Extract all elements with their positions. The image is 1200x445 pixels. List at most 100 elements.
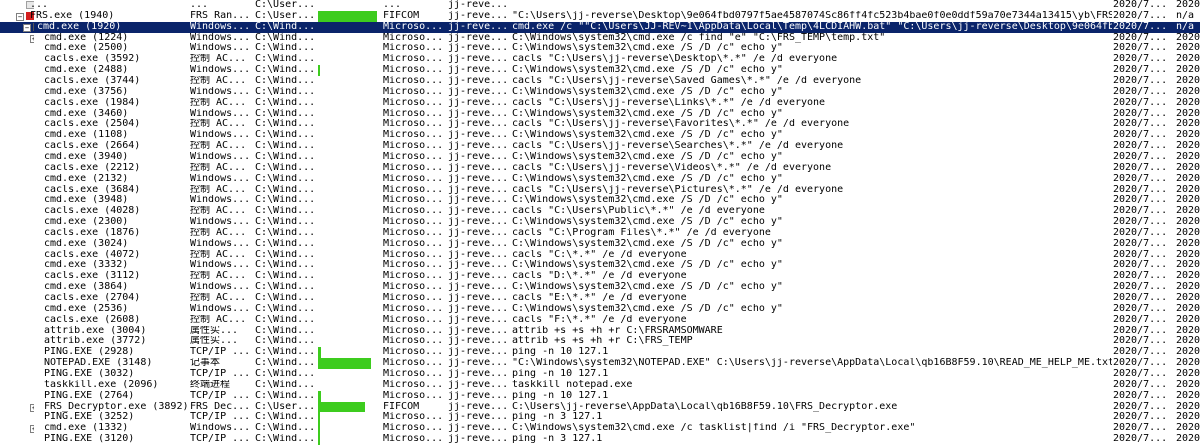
process-row[interactable]: + FRS_Decryptor.exe (3892)FRS Dec... C:\Us… — [0, 401, 1200, 413]
process-row[interactable]: PING.EXE (3032) TCP/IP ... C:\Wind... Micro… — [0, 369, 1200, 380]
cpu-bar — [318, 358, 371, 370]
process-row[interactable]: + cmd.exe (1332) Windows... C:\Wind... Micro… — [0, 423, 1200, 435]
process-row[interactable]: PING.EXE (3252) TCP/IP ... C:\Wind... Micro… — [0, 412, 1200, 424]
process-row[interactable]: cmd.exe (3940) Windows... C:\Wind... Micros… — [0, 152, 1200, 163]
company-name: Microso... — [383, 65, 444, 76]
process-description: 控制 AC... — [190, 141, 247, 152]
process-path: C:\Wind... — [255, 21, 316, 32]
process-path: C:\Wind... — [255, 249, 316, 260]
process-row[interactable]: attrib.exe (3772) 属性实... C:\Wind... Microso… — [0, 336, 1200, 347]
command-line: attrib +s +s +h +r C:\FRSRAMSOMWARE — [512, 325, 723, 336]
process-row[interactable]: cacls.exe (4072) 控制 AC... C:\Wind... Micros… — [0, 250, 1200, 261]
process-name: PING.EXE (2764) — [44, 390, 135, 401]
expand-icon[interactable]: + — [30, 403, 34, 412]
user-name: jj-reve... — [448, 206, 509, 217]
cpu-usage-graph — [318, 174, 380, 185]
process-row[interactable]: NOTEPAD.EXE (3148) 记事本 C:\Wind... Microso..… — [0, 358, 1200, 370]
cpu-usage-graph — [318, 390, 380, 402]
user-name: jj-reve... — [448, 238, 509, 249]
cpu-usage-graph — [318, 109, 380, 120]
process-row[interactable]: cmd.exe (2300) Windows... C:\Wind... Micros… — [0, 217, 1200, 228]
start-time: 2020/7... — [1113, 314, 1168, 325]
process-row[interactable]: − FRS.exe (1940) FRS Ran... C:\User... FIFCO… — [0, 10, 1200, 22]
process-row[interactable]: + cmd.exe (1224) Windows... C:\Wind... Micro… — [0, 33, 1200, 44]
process-row[interactable]: cmd.exe (3864) Windows... C:\Wind... Micros… — [0, 282, 1200, 293]
process-row[interactable]: cmd.exe (1108) Windows... C:\Wind... Micros… — [0, 130, 1200, 141]
process-row[interactable]: cacls.exe (2212) 控制 AC... C:\Wind... Micros… — [0, 163, 1200, 174]
end-time: 2020 — [1176, 75, 1200, 86]
cpu-usage-graph — [318, 336, 380, 347]
process-description: 记事本 — [190, 358, 220, 369]
cpu-usage-graph — [318, 260, 380, 271]
process-row[interactable]: cmd.exe (3332) Windows... C:\Wind... Micros… — [0, 260, 1200, 271]
collapse-icon[interactable]: − — [23, 23, 31, 32]
cpu-bar — [318, 390, 322, 402]
cpu-usage-graph — [318, 152, 380, 163]
process-row[interactable]: cacls.exe (2608) 控制 AC... C:\Wind... Micros… — [0, 315, 1200, 326]
process-path: C:\Wind... — [255, 423, 316, 434]
process-path: C:\Wind... — [255, 336, 316, 347]
process-row[interactable]: cacls.exe (2664) 控制 AC... C:\Wind... Micros… — [0, 141, 1200, 152]
process-name: cacls.exe (3744) — [44, 75, 141, 86]
tree-indent: + — [0, 423, 34, 434]
user-name: jj-reve... — [448, 303, 509, 314]
company-name: Microso... — [383, 260, 444, 271]
cpu-usage-graph — [318, 401, 380, 413]
process-row[interactable]: cmd.exe (2536) Windows... C:\Wind... Micros… — [0, 304, 1200, 315]
process-row[interactable]: cacls.exe (1984) 控制 AC... C:\Wind... Micros… — [0, 98, 1200, 109]
process-name: cmd.exe (2488) — [44, 65, 129, 76]
start-time: 2020/7... — [1113, 184, 1168, 195]
process-description: 控制 AC... — [190, 162, 247, 173]
process-row[interactable]: taskkill.exe (2096) 终端进程 C:\Wind... Microso… — [0, 380, 1200, 391]
expand-icon[interactable]: + — [30, 34, 34, 43]
process-row[interactable]: cmd.exe (2132) Windows... C:\Wind... Micros… — [0, 174, 1200, 185]
process-row[interactable]: cmd.exe (3756) Windows... C:\Wind... Micros… — [0, 87, 1200, 98]
process-name: cacls.exe (2608) — [44, 314, 141, 325]
process-row[interactable]: PING.EXE (3120) TCP/IP ... C:\Wind... Micro… — [0, 434, 1200, 445]
user-name: jj-reve... — [448, 162, 509, 173]
process-row[interactable]: cacls.exe (2504) 控制 AC... C:\Wind... Micros… — [0, 119, 1200, 130]
process-row[interactable]: − cmd.exe (1920) Windows... C:\Wind... Micro… — [0, 21, 1200, 33]
process-row[interactable]: cacls.exe (3684) 控制 AC... C:\Wind... Micros… — [0, 185, 1200, 196]
process-tree[interactable]: ...... C:\User...... jj-reve... 2020/7... 20… — [0, 0, 1200, 445]
end-time: 2020 — [1176, 358, 1200, 369]
collapse-icon[interactable]: − — [16, 12, 24, 21]
command-line: C:\Windows\system32\cmd.exe /S /D /c" ec… — [512, 173, 783, 184]
cpu-usage-graph — [318, 0, 380, 11]
process-row[interactable]: cmd.exe (2500) Windows... C:\Wind... Micros… — [0, 43, 1200, 54]
process-row[interactable]: cmd.exe (3948) Windows... C:\Wind... Micros… — [0, 195, 1200, 206]
start-time: 2020/7... — [1113, 303, 1168, 314]
user-name: jj-reve... — [448, 119, 509, 130]
process-path: C:\Wind... — [255, 108, 316, 119]
user-name: jj-reve... — [448, 412, 509, 423]
process-row[interactable]: cacls.exe (2704) 控制 AC... C:\Wind... Micros… — [0, 293, 1200, 304]
process-name: cmd.exe (1332) — [44, 423, 129, 434]
process-path: C:\Wind... — [255, 282, 316, 293]
process-row[interactable]: PING.EXE (2928) TCP/IP ... C:\Wind... Micro… — [0, 347, 1200, 359]
process-row[interactable]: cacls.exe (3112) 控制 AC... C:\Wind... Micros… — [0, 271, 1200, 282]
process-row[interactable]: cacls.exe (3744) 控制 AC... C:\Wind... Micros… — [0, 76, 1200, 87]
expand-icon[interactable]: + — [30, 425, 34, 434]
process-name: cacls.exe (2212) — [44, 162, 141, 173]
process-name: cmd.exe (1224) — [44, 32, 129, 43]
process-row[interactable]: cacls.exe (1876) 控制 AC... C:\Wind... Micros… — [0, 228, 1200, 239]
process-row[interactable]: cacls.exe (4028) 控制 AC... C:\Wind... Micros… — [0, 206, 1200, 217]
process-path: C:\Wind... — [255, 97, 316, 108]
process-description: Windows... — [190, 238, 251, 249]
process-row[interactable]: cacls.exe (3592) 控制 AC... C:\Wind... Micros… — [0, 54, 1200, 65]
process-path: C:\Wind... — [255, 325, 316, 336]
process-path: C:\User... — [255, 401, 316, 412]
user-name: jj-reve... — [448, 97, 509, 108]
process-row[interactable]: PING.EXE (2764) TCP/IP ... C:\Wind... Micro… — [0, 390, 1200, 402]
process-row[interactable]: cmd.exe (2488) Windows... C:\Wind... Micros… — [0, 65, 1200, 76]
process-row[interactable]: cmd.exe (3024) Windows... C:\Wind... Micros… — [0, 239, 1200, 250]
process-row[interactable]: ...... C:\User...... jj-reve... 2020/7... 20… — [0, 0, 1200, 11]
process-row[interactable]: cmd.exe (3460) Windows... C:\Wind... Micros… — [0, 109, 1200, 120]
process-row[interactable]: attrib.exe (3004) 属性实... C:\Wind... Microso… — [0, 326, 1200, 337]
company-name: Microso... — [383, 249, 444, 260]
